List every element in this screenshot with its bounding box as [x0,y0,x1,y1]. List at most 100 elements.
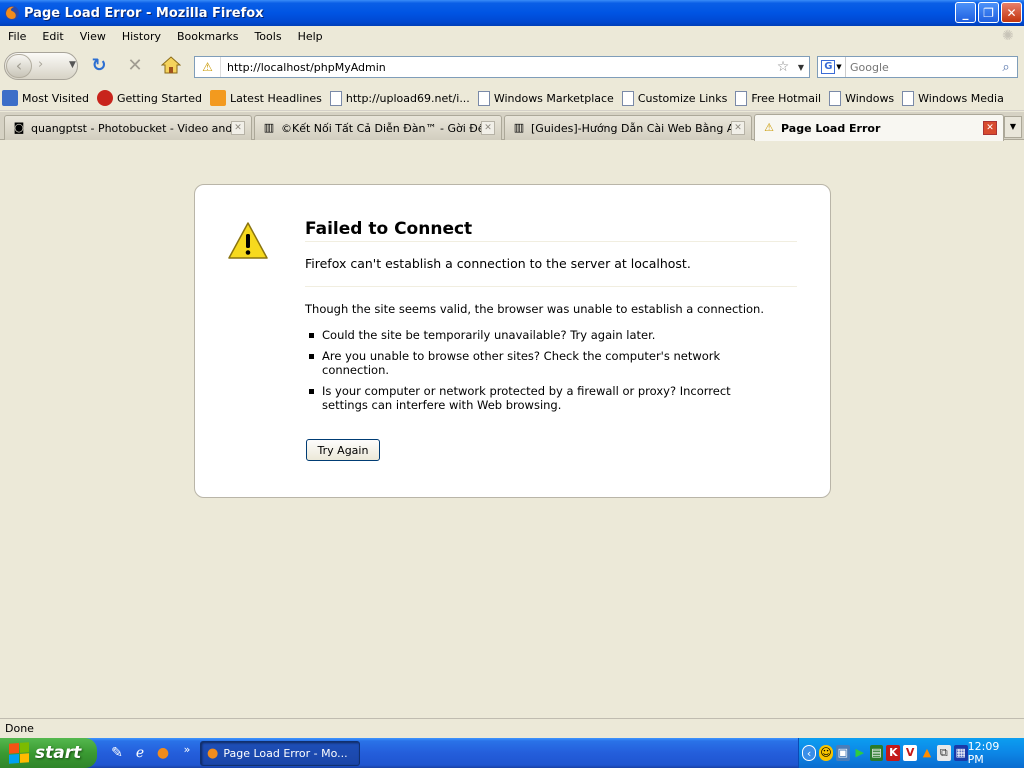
history-dropdown-icon[interactable]: ▼ [69,60,76,70]
page-icon [735,90,748,106]
bookmark-windows[interactable]: Windows [829,90,895,106]
network-icon[interactable]: ▣ [835,745,850,761]
bookmark-label: Free Hotmail [751,91,822,105]
bookmark-star-icon[interactable]: ☆ [773,59,793,75]
system-tray: ‹ ☺ ▣ ▶ ▤ K V ▲ ⧉ ▦ 12:09 PM [798,738,1024,768]
error-panel: Failed to Connect Firefox can't establis… [194,184,831,498]
start-label: start [35,743,82,763]
status-text: Done [5,722,34,735]
error-suggestions: Could the site be temporarily unavailabl… [305,328,745,419]
bookmark-label: http://upload69.net/i... [345,91,470,105]
notepad-icon[interactable]: ✎ [108,744,126,762]
tab-close-icon[interactable]: ✕ [481,121,495,135]
bookmarks-toolbar: Most Visited Getting Started Latest Head… [0,86,1024,111]
bookmark-upload69[interactable]: http://upload69.net/i... [329,90,470,106]
bookmark-free-hotmail[interactable]: Free Hotmail [735,90,822,106]
taskbar-item-label: Page Load Error - Mo... [223,747,348,760]
search-bar[interactable]: G▼ ⌕ [817,56,1018,78]
minimize-button[interactable]: _ [955,2,976,23]
menu-help[interactable]: Help [290,30,331,43]
firefox-quicklaunch-icon[interactable]: ● [154,744,172,762]
tab-close-icon[interactable]: ✕ [731,121,745,135]
green-app-icon[interactable]: ▤ [869,745,884,761]
tab-close-icon[interactable]: ✕ [983,121,997,135]
stop-icon[interactable]: ✕ [124,56,146,78]
bookmark-label: Windows Media [918,91,1004,105]
error-subtitle: Firefox can't establish a connection to … [305,256,797,287]
bookmark-customize-links[interactable]: Customize Links [621,90,727,106]
clock[interactable]: 12:09 PM [968,740,1012,766]
firefox-icon: ● [207,746,219,761]
v-app-icon[interactable]: V [903,745,918,761]
error-description: Though the site seems valid, the browser… [305,302,764,316]
page-icon [902,90,915,106]
menu-view[interactable]: View [72,30,114,43]
close-window-button[interactable]: ✕ [1001,2,1022,23]
bookmark-latest-headlines[interactable]: Latest Headlines [210,90,322,106]
menu-tools[interactable]: Tools [246,30,289,43]
search-engine-selector[interactable]: G ▼ [818,57,846,77]
menu-file[interactable]: File [0,30,34,43]
tab-label: quangptst - Photobucket - Video and I... [31,121,231,135]
menu-history[interactable]: History [114,30,169,43]
bookmark-windows-marketplace[interactable]: Windows Marketplace [477,90,614,106]
list-item: Are you unable to browse other sites? Ch… [305,349,745,377]
menu-bookmarks[interactable]: Bookmarks [169,30,246,43]
page-icon [477,90,490,106]
tab-page-load-error[interactable]: ⚠ Page Load Error ✕ [754,114,1004,141]
bookmark-most-visited[interactable]: Most Visited [2,90,89,106]
tab-ket-noi[interactable]: ▥ ©Kết Nối Tất Cả Diễn Đàn™ - Gời Đề T..… [254,115,502,140]
error-title: Failed to Connect [305,219,797,242]
photobucket-icon: ◙ [13,121,25,134]
warning-icon [228,222,268,259]
engine-dropdown-icon: ▼ [836,63,842,71]
vlc-icon[interactable]: ▲ [920,745,934,761]
kaspersky-icon[interactable]: K [886,745,901,761]
site-favicon-icon: ▥ [263,121,275,134]
quicklaunch-more-icon[interactable]: » [178,741,196,759]
navigation-toolbar: ‹ › ▼ ↻ ✕ ⚠ ☆ ▼ G▼ ⌕ [0,46,1024,86]
taskbar-item-firefox[interactable]: ● Page Load Error - Mo... [200,741,360,766]
monitor-icon[interactable]: ▦ [953,745,968,761]
tab-photobucket[interactable]: ◙ quangptst - Photobucket - Video and I.… [4,115,252,140]
reload-icon[interactable]: ↻ [88,56,110,78]
messenger-icon[interactable]: ☺ [819,745,833,761]
search-icon[interactable]: ⌕ [995,60,1017,75]
windows-logo-icon [9,742,29,764]
show-hidden-icons-icon[interactable]: ‹ [802,745,817,761]
tab-list-dropdown-icon[interactable]: ▼ [1004,116,1022,138]
back-button[interactable]: ‹ [6,54,32,78]
try-again-button[interactable]: Try Again [306,439,380,461]
throbber-icon: ✺ [1002,28,1014,44]
status-bar: Done [0,718,1024,738]
device-icon[interactable]: ⧉ [936,745,951,761]
bookmark-getting-started[interactable]: Getting Started [96,90,202,106]
media-play-icon[interactable]: ▶ [853,745,867,761]
bookmark-windows-media[interactable]: Windows Media [902,90,1004,106]
bookmark-label: Getting Started [116,91,202,105]
url-input[interactable] [221,60,773,74]
home-icon[interactable] [160,56,182,78]
tab-guides[interactable]: ▥ [Guides]-Hướng Dẫn Cài Web Bằng Ap... … [504,115,752,140]
internet-explorer-icon[interactable]: ℯ [131,744,149,762]
forward-button[interactable]: › [38,57,43,72]
warning-icon: ⚠ [764,121,774,134]
start-button[interactable]: start [0,738,97,768]
menu-edit[interactable]: Edit [34,30,71,43]
menu-bar: File Edit View History Bookmarks Tools H… [0,26,1024,46]
url-dropdown-icon[interactable]: ▼ [793,63,809,72]
bookmark-label: Windows [845,91,895,105]
tab-close-icon[interactable]: ✕ [231,121,245,135]
title-bar[interactable]: Page Load Error - Mozilla Firefox _ ❐ ✕ [0,0,1024,26]
search-input[interactable] [846,60,995,74]
tab-label: ©Kết Nối Tất Cả Diễn Đàn™ - Gời Đề T... [281,121,481,135]
firefox-icon [5,6,19,20]
bookmark-label: Most Visited [22,91,89,105]
site-warning-icon[interactable]: ⚠ [195,57,221,77]
restore-button[interactable]: ❐ [978,2,999,23]
list-item: Could the site be temporarily unavailabl… [305,328,745,342]
tab-strip: ◙ quangptst - Photobucket - Video and I.… [0,112,1024,141]
minimize-icon: _ [962,5,969,20]
url-bar[interactable]: ⚠ ☆ ▼ [194,56,810,78]
taskbar: start ✎ ℯ ● » ● Page Load Error - Mo... … [0,738,1024,768]
